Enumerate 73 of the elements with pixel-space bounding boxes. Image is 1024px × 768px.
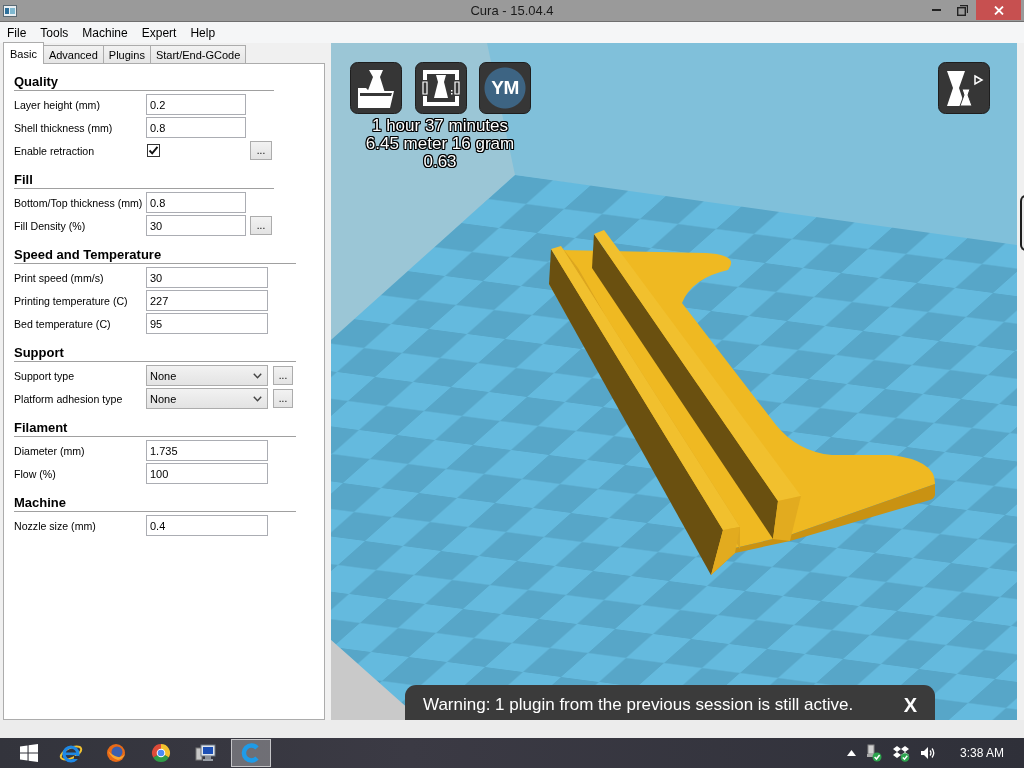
field-label: Nozzle size (mm)	[14, 519, 97, 532]
close-icon	[993, 5, 1004, 15]
dropdown[interactable]: None	[146, 388, 268, 409]
field-label: Layer height (mm)	[14, 98, 101, 111]
text-field[interactable]: 0.8	[146, 117, 246, 138]
caret-up-icon[interactable]	[846, 750, 856, 756]
print-estimate-text: 1 hour 37 minutes	[371, 117, 509, 135]
field-label: Flow (%)	[14, 467, 57, 480]
vases-view-icon[interactable]	[938, 62, 990, 114]
folder-icon[interactable]	[350, 62, 402, 114]
dismiss-button[interactable]: X	[901, 694, 919, 715]
section-title: Speed and Temperature	[14, 247, 162, 262]
dropdown[interactable]: None	[146, 365, 268, 386]
chevron-down-icon	[253, 372, 262, 379]
speaker-icon[interactable]	[919, 746, 936, 760]
warning-message: Warning: 1 plugin from the previous session is still active.	[423, 694, 854, 715]
tab[interactable]: Basic	[3, 42, 44, 64]
text-field[interactable]: 30	[146, 267, 268, 288]
field-label: Platform adhesion type	[14, 392, 124, 405]
field-label: Diameter (mm)	[14, 444, 86, 457]
ym-button[interactable]: YM	[479, 62, 531, 114]
monitor-icon	[195, 743, 217, 763]
menu-item[interactable]: Tools	[33, 25, 76, 40]
start-icon[interactable]	[20, 744, 38, 762]
more-button[interactable]: ...	[273, 389, 293, 408]
print-estimate-text: 0.63	[423, 153, 457, 171]
field-label: Enable retraction	[14, 144, 96, 157]
framed-vase-icon[interactable]	[415, 62, 467, 114]
text-field[interactable]: 227	[146, 290, 268, 311]
computer-check-icon[interactable]	[865, 744, 882, 762]
e-globe-icon	[59, 742, 83, 764]
restore-icon	[956, 4, 968, 16]
menu-item[interactable]: Help	[183, 25, 223, 40]
field-label: Bed temperature (C)	[14, 317, 112, 330]
text-field[interactable]: 0.4	[146, 515, 268, 536]
text-field[interactable]: 0.8	[146, 192, 246, 213]
window-title: Cura - 15.04.4	[470, 3, 554, 18]
text-field[interactable]: 100	[146, 463, 268, 484]
menu-item[interactable]: Machine	[75, 25, 135, 40]
chevron-down-icon	[253, 395, 262, 402]
section-title: Fill	[14, 172, 33, 187]
tab[interactable]: Start/End-GCode	[149, 45, 247, 63]
section-title: Machine	[14, 495, 66, 510]
app-icon	[3, 4, 17, 17]
c-arc-icon	[241, 743, 261, 763]
field-label: Print speed (mm/s)	[14, 271, 105, 284]
more-button[interactable]: ...	[273, 366, 293, 385]
text-field[interactable]: 1.735	[146, 440, 268, 461]
checkbox[interactable]	[147, 144, 160, 157]
menu-item[interactable]: File	[0, 25, 34, 40]
field-label: Shell thickness (mm)	[14, 121, 114, 134]
more-button[interactable]: ...	[250, 141, 272, 160]
text-field[interactable]: 30	[146, 215, 246, 236]
clock-text[interactable]: 3:38 AM	[959, 746, 1004, 760]
minimize-icon	[931, 9, 941, 11]
text-field[interactable]: 95	[146, 313, 268, 334]
segmented-ring-icon	[151, 743, 171, 763]
field-label: Bottom/Top thickness (mm)	[14, 196, 144, 209]
field-label: Printing temperature (C)	[14, 294, 129, 307]
field-label: Support type	[14, 369, 76, 382]
text-field[interactable]: 0.2	[146, 94, 246, 115]
menu-item[interactable]: Expert	[134, 25, 184, 40]
diamonds-check-icon[interactable]	[891, 744, 910, 762]
section-title: Filament	[14, 420, 68, 435]
close-button[interactable]	[976, 0, 1021, 20]
section-title: Quality	[14, 74, 59, 89]
tab[interactable]: Advanced	[42, 45, 104, 63]
print-estimate-text: 6.45 meter 16 gram	[365, 135, 515, 153]
globe-icon	[106, 743, 126, 763]
field-label: Fill Density (%)	[14, 219, 87, 232]
section-title: Support	[14, 345, 64, 360]
more-button[interactable]: ...	[250, 216, 272, 235]
tab[interactable]: Plugins	[102, 45, 151, 63]
